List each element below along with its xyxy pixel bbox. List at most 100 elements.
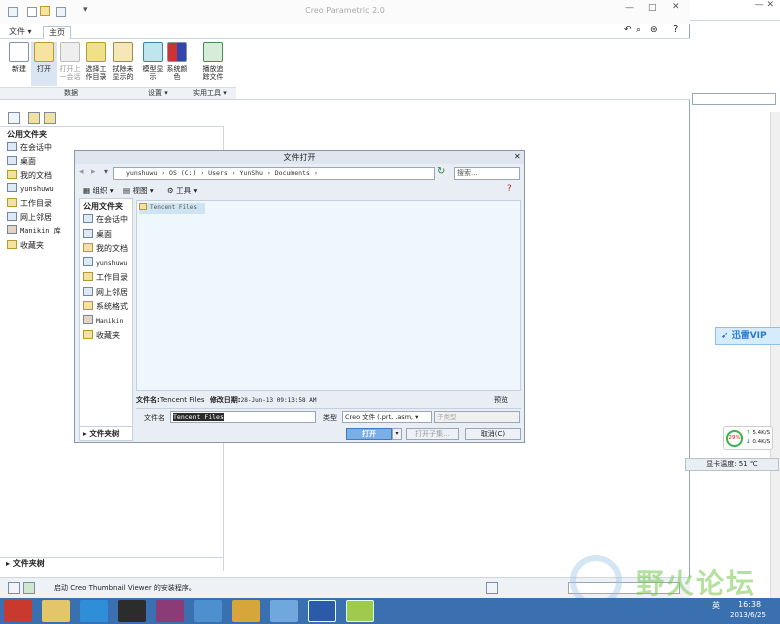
nav-item-my-documents[interactable]: 我的文档 <box>7 169 61 183</box>
open-last-session-button[interactable]: 打开上一会话 <box>57 42 83 81</box>
ime-language[interactable]: 英 <box>712 600 720 611</box>
open-folder-icon[interactable] <box>40 6 50 16</box>
dialog-side-list: 在会话中 桌面 我的文档 yunshuwu 工作目录 网上邻居 系统格式 Man… <box>83 213 132 344</box>
maximize-button[interactable]: □ <box>648 3 657 13</box>
search-input[interactable]: 搜索... <box>454 167 520 180</box>
favorites-folder-icon[interactable] <box>44 112 56 124</box>
close-button[interactable]: ✕ <box>672 2 680 12</box>
type-label: 类型 <box>323 414 337 422</box>
group-settings-label[interactable]: 设置 ▾ <box>148 88 168 98</box>
background-window: — ✕ ➹ 迅雷VIP 29% ↑ 5.4K/S ↓ 0.4K/S 显卡温度: … <box>685 0 780 598</box>
minimize-button[interactable]: — <box>625 3 634 13</box>
recent-chevron-icon[interactable]: ▾ <box>104 167 108 176</box>
dialog-item-computer[interactable]: yunshuwu <box>83 256 132 272</box>
context-help-icon[interactable]: ? <box>507 184 512 194</box>
dialog-item-network[interactable]: 网上邻居 <box>83 286 132 301</box>
system-colors-button[interactable]: 系统颜色 <box>164 42 190 81</box>
info-name-label: 文件名: <box>136 396 160 404</box>
tab-home[interactable]: 主页 <box>43 26 71 39</box>
toggle-navigator-icon[interactable] <box>8 582 20 594</box>
background-window-controls[interactable]: — ✕ <box>744 0 780 12</box>
nav-item-manikin-library[interactable]: Manikin 库 <box>7 225 61 239</box>
back-arrow-icon[interactable]: ◂ <box>79 167 84 177</box>
nav-item-network[interactable]: 网上邻居 <box>7 211 61 225</box>
selection-filter-icon[interactable] <box>486 582 498 594</box>
quick-access-chevron-icon[interactable]: ▾ <box>83 5 88 15</box>
help-icon[interactable]: ? <box>673 24 678 35</box>
subtype-select[interactable]: 子类型 <box>434 411 520 423</box>
file-item[interactable]: Tencent Files <box>139 203 205 214</box>
window-icon[interactable] <box>56 7 66 17</box>
message-icon[interactable] <box>23 582 35 594</box>
erase-not-displayed-button[interactable]: 拭除未显示的 <box>110 42 136 81</box>
open-subset-button[interactable]: 打开子集... <box>406 428 459 440</box>
dialog-item-desktop[interactable]: 桌面 <box>83 228 132 243</box>
net-percent: 29% <box>726 430 743 447</box>
dialog-item-in-session[interactable]: 在会话中 <box>83 213 132 228</box>
gpu-temp-widget[interactable]: 显卡温度: 51 ℃ <box>685 458 779 471</box>
nav-item-in-session[interactable]: 在会话中 <box>7 141 61 155</box>
new-file-icon[interactable] <box>27 7 37 17</box>
model-display-button[interactable]: 模型显示 <box>140 42 166 81</box>
view-menu[interactable]: ▤ 视图 ▾ <box>123 185 154 196</box>
app-taskbar-icon[interactable] <box>118 600 146 622</box>
creo-taskbar-icon[interactable] <box>346 600 374 622</box>
word-taskbar-icon[interactable] <box>308 600 336 622</box>
dialog-close-button[interactable]: ✕ <box>514 152 521 161</box>
info-name-value: Tencent Files <box>159 396 205 404</box>
upload-speed: ↑ 5.4K/S <box>746 430 771 436</box>
tab-file[interactable]: 文件 ▾ <box>4 26 37 39</box>
navigator-toolbar <box>4 110 64 126</box>
filename-input[interactable]: Tencent Files <box>170 411 316 423</box>
dialog-item-working-directory[interactable]: 工作目录 <box>83 271 132 286</box>
clock-date[interactable]: 2013/6/25 <box>730 611 766 619</box>
model-tree-icon[interactable] <box>8 112 20 124</box>
new-button[interactable]: 新建 <box>6 42 32 73</box>
refresh-icon[interactable]: ↻ <box>437 166 445 177</box>
play-trail-file-button[interactable]: 播放追踪文件 <box>200 42 226 81</box>
app-icon <box>8 7 18 17</box>
organize-menu[interactable]: ▦ 组织 ▾ <box>83 185 114 196</box>
folder-browser-icon[interactable] <box>28 112 40 124</box>
dialog-item-manikin-library[interactable]: Manikin 库 <box>83 314 132 338</box>
cancel-button[interactable]: 取消(C) <box>465 428 521 440</box>
ie-taskbar-icon[interactable] <box>80 600 108 622</box>
folder-tree-toggle[interactable]: ▸ 文件夹树 <box>0 557 224 571</box>
nav-item-favorites[interactable]: 收藏夹 <box>7 239 61 253</box>
file-type-select[interactable]: Creo 文件 (.prt, .asm, ▾ <box>342 411 432 423</box>
search-icon[interactable]: ⌕ <box>636 25 641 35</box>
thunder-taskbar-icon[interactable] <box>232 600 260 622</box>
start-button[interactable] <box>4 600 32 622</box>
vip-badge[interactable]: ➹ 迅雷VIP <box>715 327 780 345</box>
explorer-taskbar-icon[interactable] <box>42 600 70 622</box>
documents-folder-icon <box>7 170 17 179</box>
open-button[interactable]: 打开 <box>31 42 57 86</box>
dialog-item-my-documents[interactable]: 我的文档 <box>83 242 132 257</box>
nav-item-working-directory[interactable]: 工作目录 <box>7 197 61 211</box>
nav-item-computer[interactable]: yunshuwu <box>7 183 61 197</box>
preview-toggle[interactable]: 预览 <box>494 393 508 407</box>
undo-icon[interactable]: ↶ <box>624 25 632 35</box>
dialog-item-system-formats[interactable]: 系统格式 <box>83 300 132 315</box>
dialog-folder-tree-toggle[interactable]: ▸ 文件夹树 <box>80 426 132 440</box>
select-working-directory-button[interactable]: 选择工作目录 <box>83 42 109 81</box>
cube-taskbar-icon[interactable] <box>270 600 298 622</box>
group-utilities-label[interactable]: 实用工具 ▾ <box>193 88 227 98</box>
forward-arrow-icon[interactable]: ▸ <box>91 167 96 177</box>
address-bar[interactable]: yunshuwu › OS (C:) › Users › YunShu › Do… <box>113 167 435 180</box>
tools-menu[interactable]: ⚙ 工具 ▾ <box>167 185 197 196</box>
network-monitor-widget[interactable]: 29% ↑ 5.4K/S ↓ 0.4K/S <box>723 426 773 450</box>
expand-arrow-icon: ▸ <box>6 559 11 568</box>
open-options-chevron-icon[interactable]: ▾ <box>392 428 402 440</box>
help-menu-icon[interactable]: ⊜ <box>650 25 658 35</box>
open-button-primary[interactable]: 打开 <box>346 428 392 440</box>
dialog-item-favorites[interactable]: 收藏夹 <box>83 329 132 344</box>
clock-time[interactable]: 16:38 <box>738 600 761 609</box>
folder-taskbar-icon[interactable] <box>194 600 222 622</box>
background-address-bar[interactable] <box>692 93 776 105</box>
nav-item-desktop[interactable]: 桌面 <box>7 155 61 169</box>
scrollbar[interactable] <box>770 112 780 598</box>
monitor-icon <box>7 142 17 151</box>
divider <box>690 20 780 21</box>
ppt-taskbar-icon[interactable] <box>156 600 184 622</box>
